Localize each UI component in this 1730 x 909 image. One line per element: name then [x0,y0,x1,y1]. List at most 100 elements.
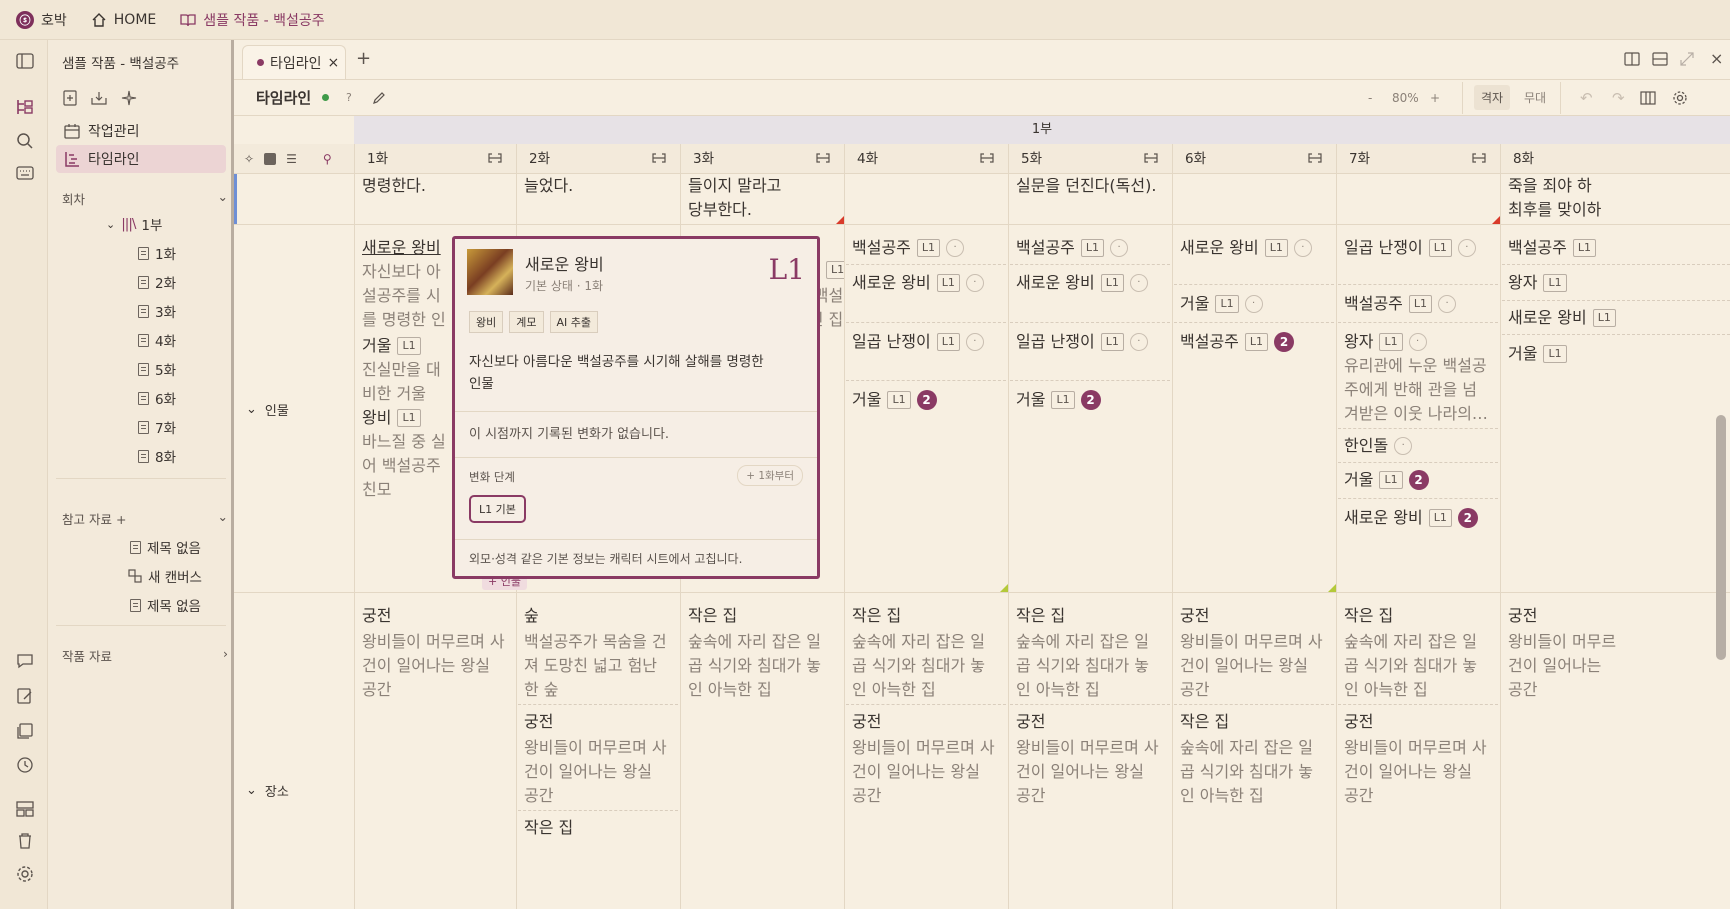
add-reference-button[interactable]: + [116,512,126,527]
link-icon[interactable] [1308,153,1322,163]
sparkle-icon[interactable]: ✧ [244,152,254,166]
tag-chip[interactable]: AI 추출 [549,311,599,333]
event-text[interactable]: 들이지 말라고 당부한다. [688,174,781,222]
row-label-places[interactable]: ⌄ 장소 [246,781,289,800]
episode-header[interactable]: 1화 [354,144,516,174]
note-edit-icon[interactable] [14,685,36,707]
sidebar-toggle-icon[interactable] [14,50,36,72]
place-card[interactable]: 궁전 왕비들이 머무르며 사 건이 일어나는 왕실 공간 [1344,710,1498,808]
add-state-icon[interactable]: · [1438,295,1457,313]
place-card[interactable]: 궁전 왕비들이 머무르며 사 건이 일어나는 왕실 공간 [1016,710,1170,808]
pencil-icon[interactable] [372,91,386,105]
settings-icon[interactable] [14,863,36,885]
section-references[interactable]: 참고 자료 + ⌄ [62,509,228,528]
link-icon[interactable] [652,153,666,163]
change-count-badge[interactable]: 2 [1457,508,1478,528]
view-grid-toggle[interactable]: 격자 [1474,85,1511,110]
character-card[interactable]: 백설공주 L1 [1508,236,1597,260]
ref-item[interactable]: 제목 없음 [130,537,201,557]
home-link[interactable]: HOME [91,12,156,28]
character-card[interactable]: 새로운 왕비 L1 · [1180,236,1330,260]
nav-task-management[interactable]: 작업관리 [56,117,226,145]
history-icon[interactable] [14,754,36,776]
character-card[interactable]: 새로운 왕비 L1 [1508,306,1616,330]
change-count-badge[interactable]: 2 [1274,332,1295,352]
ai-sparkle-icon[interactable] [120,90,138,106]
gear-icon[interactable] [1672,90,1688,106]
row-label-characters[interactable]: ⌄ 인물 [246,400,289,419]
character-card[interactable]: 새로운 왕비 L1 · [852,271,1002,295]
place-card[interactable]: 작은 집 숲속에 자리 잡은 일곱 식기와 침대가 놓인 아늑한 집 [1180,710,1334,808]
add-state-icon[interactable]: · [1457,239,1476,257]
character-card[interactable]: 거울 L1 2 [1344,468,1429,492]
place-card[interactable]: 궁전 왕비들이 머무르 건이 일어나는 공간 [1508,604,1708,702]
character-card[interactable]: 일곱 난쟁이 L1 · [1016,330,1166,354]
comment-icon[interactable] [14,650,36,672]
character-card[interactable]: 새로운 왕비 L1 2 [1344,506,1494,530]
place-card[interactable]: 궁전 왕비들이 머무르며 사 건이 일어나는 왕실 공간 [852,710,1006,808]
event-text[interactable]: 죽을 죄야 하 최후를 맞이하 [1508,174,1730,222]
event-text[interactable]: 늘었다. [524,174,573,198]
checklist-icon[interactable]: ☰ [286,152,297,166]
add-state-icon[interactable]: · [965,333,984,351]
character-card[interactable]: 거울 L1 [1508,342,1567,366]
episode-header[interactable]: 7화 [1336,144,1500,174]
character-card[interactable]: 거울 L1 2 [852,388,937,412]
stage-from-button[interactable]: + 1화부터 [737,465,803,486]
tree-episode-7[interactable]: 7화 [138,417,176,437]
place-card[interactable]: 작은 집 숲속에 자리 잡은 일곱 식기와 침대가 놓인 아늑한 집 [1344,604,1498,702]
character-card[interactable]: 새로운 왕비 L1 · [1016,271,1166,295]
character-card[interactable]: 백설공주 L1 · [852,236,965,260]
character-card[interactable]: 백설공주 L1 · [1016,236,1129,260]
project-link[interactable]: 샘플 작품 - 백설공주 [180,10,325,30]
columns-icon[interactable] [1640,90,1656,105]
layout-icon[interactable] [14,798,36,820]
undo-icon[interactable]: ↶ [1580,89,1593,107]
split-horizontal-icon[interactable] [1652,52,1668,66]
character-card[interactable]: 왕자 L1 [1508,271,1567,295]
tree-episode-5[interactable]: 5화 [138,359,176,379]
add-state-icon[interactable]: · [1244,295,1263,313]
add-state-icon[interactable]: · [946,239,965,257]
episode-header[interactable]: 8화 [1500,144,1730,174]
trash-icon[interactable] [14,830,36,852]
pin-icon[interactable]: ⚲ [323,152,332,166]
app-menu[interactable]: ⓢ 호박 [16,10,67,30]
import-icon[interactable] [90,90,108,106]
place-card[interactable]: 작은 집 [524,816,573,842]
tab-close-button[interactable]: × [328,55,340,71]
zoom-in-button[interactable]: + [1430,91,1440,105]
tree-part-1[interactable]: ⌄ |||\ 1부 [106,214,162,234]
character-card[interactable]: 백설공주 L1 · [1344,292,1457,316]
tree-episode-6[interactable]: 6화 [138,388,176,408]
place-card[interactable]: 작은 집 숲속에 자리 잡은 일곱 식기와 침대가 놓인 아늑한 집 [1016,604,1170,702]
link-icon[interactable] [488,153,502,163]
vertical-scrollbar[interactable] [1716,415,1726,660]
character-card[interactable]: 거울 L1 2 [1016,388,1101,412]
section-episodes[interactable]: 회차 ⌄ [62,189,228,208]
add-state-icon[interactable]: · [1408,333,1427,351]
add-page-icon[interactable] [62,90,78,106]
color-icon[interactable] [264,153,277,165]
character-card[interactable]: 거울 L1 · [1180,292,1263,316]
link-icon[interactable] [1144,153,1158,163]
change-count-badge[interactable]: 2 [1080,390,1101,410]
character-card[interactable]: 왕자 L1 · 유리관에 누운 백설공 주에게 반해 관을 넘 겨받은 이웃 나라의… [1344,330,1496,426]
episode-header[interactable]: 4화 [844,144,1008,174]
search-icon[interactable] [14,130,36,152]
add-state-icon[interactable]: · [1129,333,1148,351]
expand-icon[interactable] [1680,52,1694,66]
link-icon[interactable] [816,153,830,163]
episode-header[interactable]: 6화 [1172,144,1336,174]
help-button[interactable]: ? [346,91,352,104]
place-card[interactable]: 작은 집 숲속에 자리 잡은 일곱 식기와 침대가 놓인 아늑한 집 [852,604,1006,702]
add-state-icon[interactable]: · [1394,437,1413,455]
tree-episode-2[interactable]: 2화 [138,272,176,292]
character-card[interactable]: 일곱 난쟁이 L1 · [1344,236,1494,260]
place-card[interactable]: 궁전 왕비들이 머무르며 사 건이 일어나는 왕실 공간 [1180,604,1334,702]
change-count-badge[interactable]: 2 [1408,470,1429,490]
place-card[interactable]: 궁전 왕비들이 머무르며 사 건이 일어나는 왕실 공간 [524,710,678,808]
stage-chip[interactable]: L1 기본 [469,495,526,523]
nav-timeline[interactable]: 타임라인 [56,145,226,173]
event-text[interactable]: 실문을 던진다(독선). [1016,174,1156,198]
